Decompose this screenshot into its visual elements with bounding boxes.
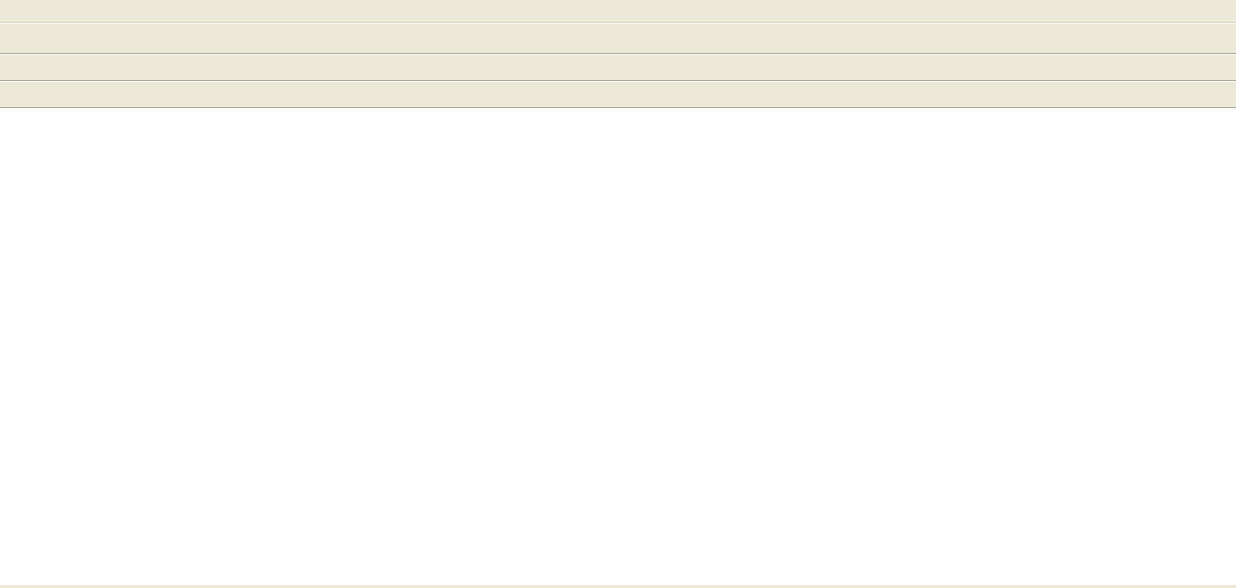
quick-toolbar — [0, 54, 1236, 81]
kline-chart[interactable] — [0, 108, 1236, 583]
chart-pane — [0, 108, 1236, 585]
draw-toolbar — [0, 81, 1236, 108]
menu-bar — [0, 0, 1236, 23]
main-toolbar — [0, 23, 1236, 54]
